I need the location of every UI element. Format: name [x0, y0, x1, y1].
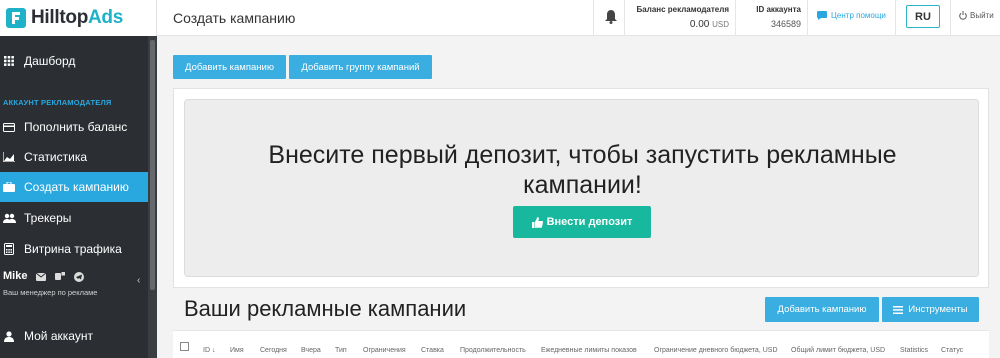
- add-campaign-button[interactable]: Добавить кампанию: [173, 55, 286, 79]
- sidebar-item-topup[interactable]: Пополнить баланс: [0, 112, 148, 142]
- add-campaign-group-button[interactable]: Добавить группу кампаний: [289, 55, 432, 79]
- logout-button[interactable]: Выйти: [959, 11, 994, 20]
- skype-icon[interactable]: [55, 271, 66, 281]
- tools-button[interactable]: Инструменты: [882, 297, 979, 322]
- account-label: ID аккаунта: [756, 5, 801, 14]
- page-title: Создать кампанию: [173, 10, 296, 26]
- sidebar-item-label: Трекеры: [24, 211, 72, 225]
- campaigns-table-header: ID ↓ Имя Сегодня Вчера Тип Ограничения С…: [173, 330, 989, 358]
- column-header[interactable]: Ежедневные лимиты показов: [541, 347, 637, 354]
- column-header[interactable]: Сегодня: [260, 347, 287, 354]
- language-switcher[interactable]: RU: [906, 5, 940, 28]
- manager-name: Mike: [3, 270, 28, 282]
- grid-icon: [2, 55, 16, 67]
- column-header[interactable]: Статус: [941, 347, 963, 354]
- sidebar-item-label: Мой аккаунт: [24, 329, 93, 343]
- brand-name: HilltopAds: [31, 7, 123, 28]
- divider: [950, 0, 951, 36]
- sidebar-item-create-campaign[interactable]: Создать кампанию: [0, 172, 148, 202]
- sidebar-item-account[interactable]: Мой аккаунт: [0, 321, 148, 351]
- sidebar-item-label: Пополнить баланс: [24, 120, 128, 134]
- sidebar: HilltopAds Дашборд АККАУНТ РЕКЛАМОДАТЕЛЯ…: [0, 0, 157, 358]
- sidebar-item-stats[interactable]: Статистика: [0, 142, 148, 172]
- logo-mark-icon: [6, 8, 26, 28]
- column-header[interactable]: Общий лимит бюджета, USD: [791, 347, 885, 354]
- sidebar-item-label: Статистика: [24, 150, 88, 164]
- sidebar-item-label: Создать кампанию: [24, 180, 129, 194]
- column-header[interactable]: Тип: [335, 347, 347, 354]
- select-all-checkbox[interactable]: [180, 342, 189, 351]
- divider: [895, 0, 896, 36]
- add-campaign-button-secondary[interactable]: Добавить кампанию: [765, 297, 879, 322]
- sidebar-item-trackers[interactable]: Трекеры: [0, 203, 148, 233]
- sidebar-item-label: Дашборд: [24, 54, 76, 68]
- balance-value: 0.00 USD: [689, 19, 729, 30]
- mail-icon[interactable]: [36, 272, 47, 281]
- balance-label: Баланс рекламодателя: [636, 5, 729, 14]
- telegram-icon[interactable]: [74, 271, 85, 282]
- make-deposit-button[interactable]: Внести депозит: [513, 206, 651, 238]
- sidebar-item-label: Витрина трафика: [24, 242, 122, 256]
- chat-icon: [817, 11, 827, 20]
- power-icon: [959, 11, 967, 20]
- manager-subtitle: Ваш менеджер по рекламе: [3, 288, 98, 297]
- account-block: ID аккаунта 346589: [741, 5, 801, 29]
- balance-block: Баланс рекламодателя 0.00 USD: [629, 5, 729, 30]
- topbar: Создать кампанию Баланс рекламодателя 0.…: [157, 0, 1000, 36]
- deposit-promo-panel: Внесите первый депозит, чтобы запустить …: [184, 99, 979, 277]
- divider: [593, 0, 594, 36]
- column-header[interactable]: Ограничение дневного бюджета, USD: [654, 347, 778, 354]
- manager-card: Mike Ваш менеджер по рекламе: [3, 270, 148, 297]
- briefcase-icon: [2, 181, 16, 193]
- sidebar-item-dashboard[interactable]: Дашборд: [0, 46, 148, 76]
- help-center-link[interactable]: Центр помощи: [817, 11, 886, 20]
- column-header[interactable]: ID ↓: [203, 347, 215, 354]
- menu-icon: [893, 305, 904, 314]
- sidebar-section-label: АККАУНТ РЕКЛАМОДАТЕЛЯ: [3, 98, 112, 107]
- users-icon: [2, 212, 16, 224]
- account-id: 346589: [770, 19, 801, 29]
- user-icon: [2, 330, 16, 342]
- column-header[interactable]: Имя: [230, 347, 244, 354]
- divider: [807, 0, 808, 36]
- column-header[interactable]: Ставка: [421, 347, 444, 354]
- column-header[interactable]: Ограничения: [363, 347, 406, 354]
- credit-card-icon: [2, 121, 16, 133]
- bell-icon[interactable]: [605, 10, 619, 25]
- column-header[interactable]: Вчера: [301, 347, 321, 354]
- campaigns-title: Ваши рекламные кампании: [184, 296, 467, 321]
- divider: [624, 0, 625, 36]
- column-header[interactable]: Продолжительность: [460, 347, 526, 354]
- sidebar-item-traffic[interactable]: Витрина трафика: [0, 234, 148, 264]
- column-header[interactable]: Statistics: [900, 347, 928, 354]
- collapse-sidebar-icon[interactable]: ‹: [137, 275, 140, 286]
- thumbs-up-icon: [531, 216, 543, 228]
- chart-icon: [2, 151, 16, 163]
- brand-logo[interactable]: HilltopAds: [0, 0, 157, 36]
- promo-headline: Внесите первый депозит, чтобы запустить …: [268, 141, 897, 199]
- calculator-icon: [2, 243, 16, 255]
- sidebar-scroll-thumb[interactable]: [150, 40, 155, 290]
- divider: [735, 0, 736, 36]
